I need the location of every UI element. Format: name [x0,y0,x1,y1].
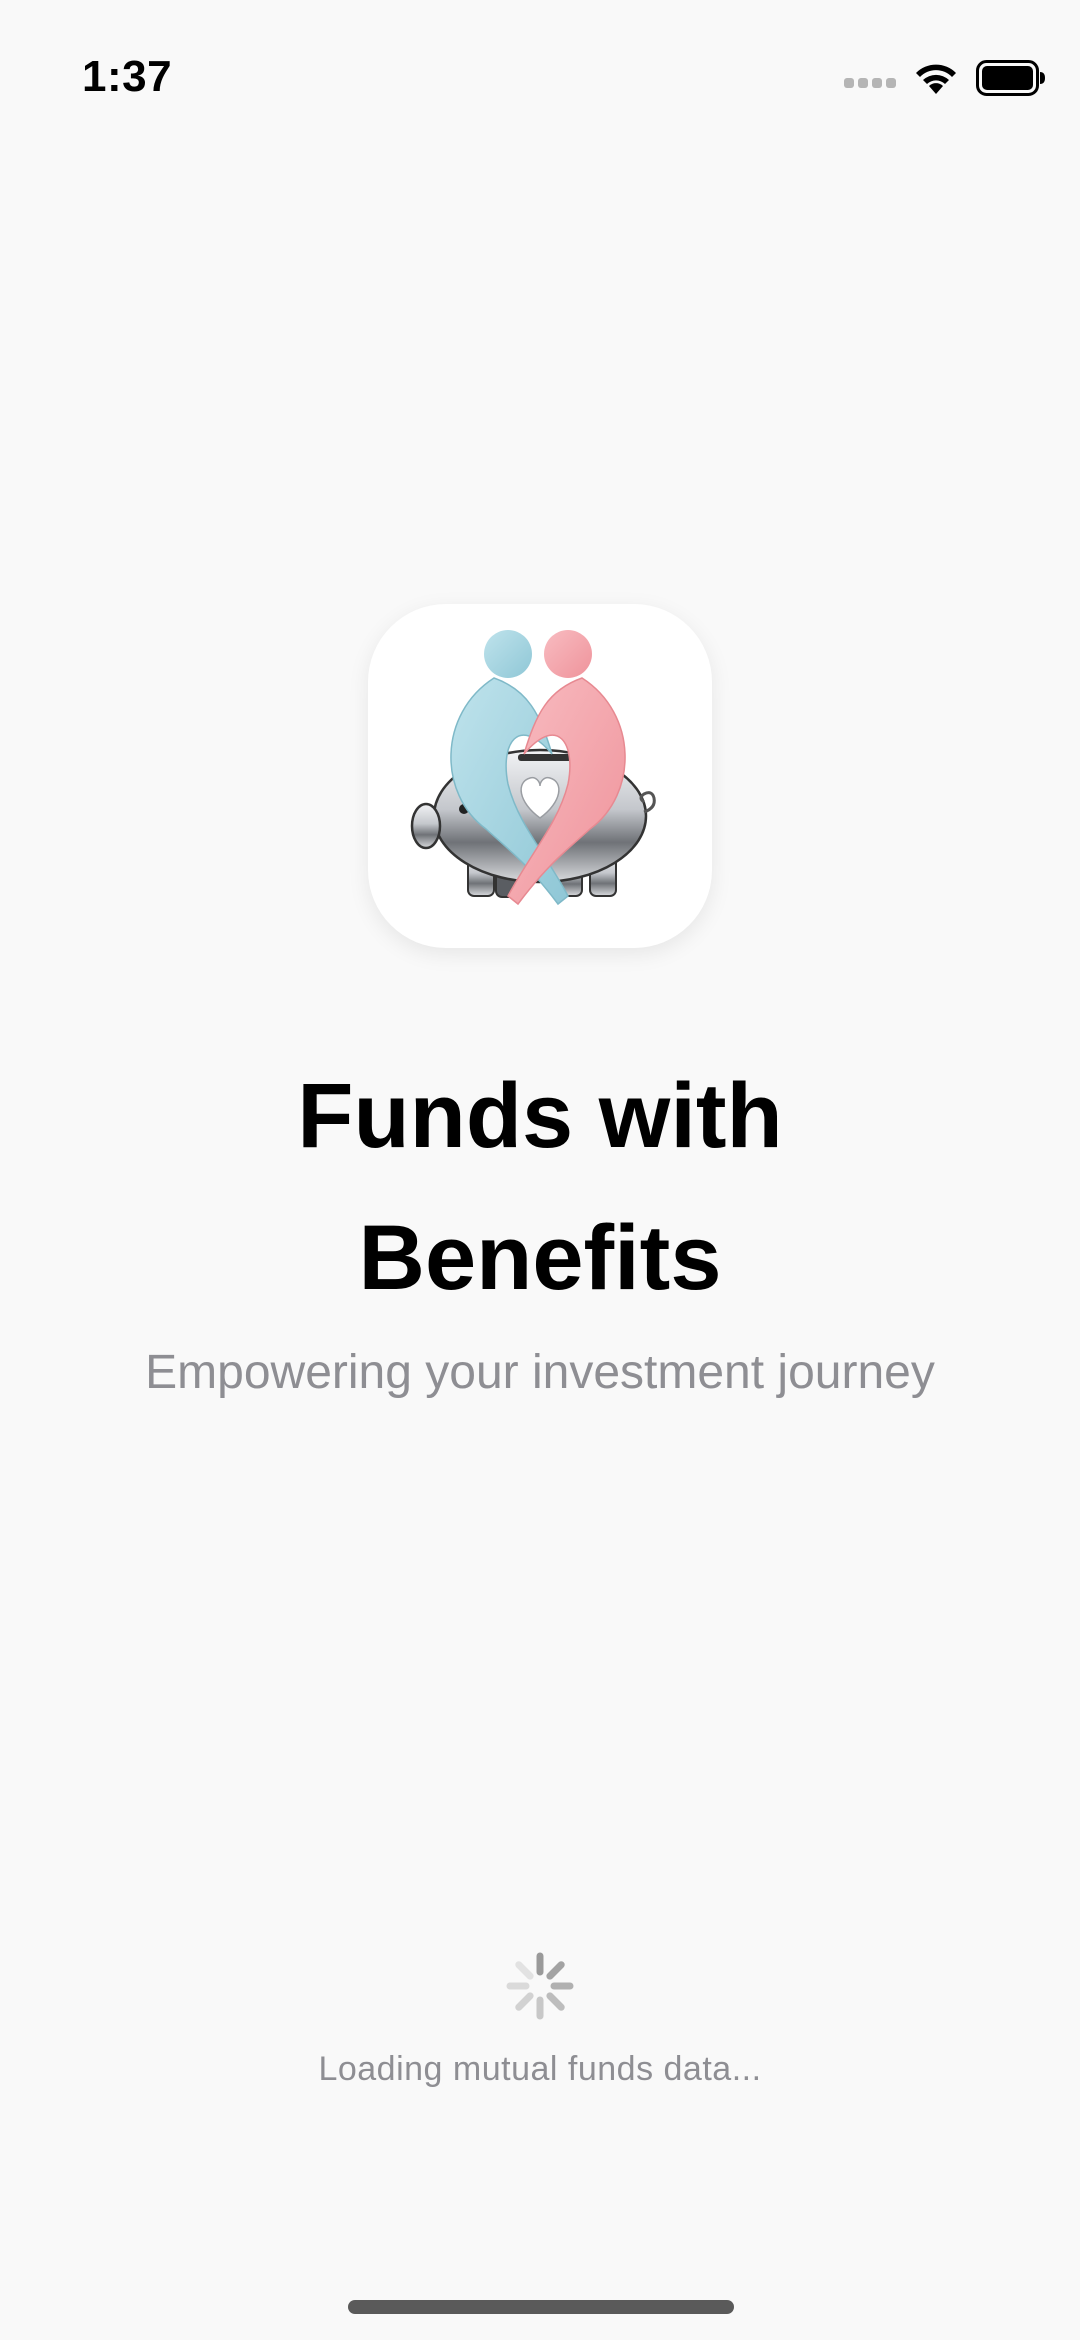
home-indicator[interactable] [348,2300,734,2314]
wifi-icon [914,61,958,95]
status-icons [844,58,1046,98]
app-logo [368,604,712,948]
app-title: Funds with Benefits [297,1065,783,1309]
loading-text: Loading mutual funds data... [318,2050,762,2088]
splash-screen: 1:37 Funds with Benefits Empowering your… [0,0,1080,2340]
loading-spinner-icon [504,1950,576,2022]
app-subtitle: Empowering your investment journey [145,1346,935,1399]
status-time: 1:37 [82,52,173,101]
status-bar: 1:37 [0,0,1080,150]
cellular-signal-icon [844,68,896,88]
piggy-bank-heart-logo-icon [410,630,656,906]
battery-full-icon [976,60,1046,96]
